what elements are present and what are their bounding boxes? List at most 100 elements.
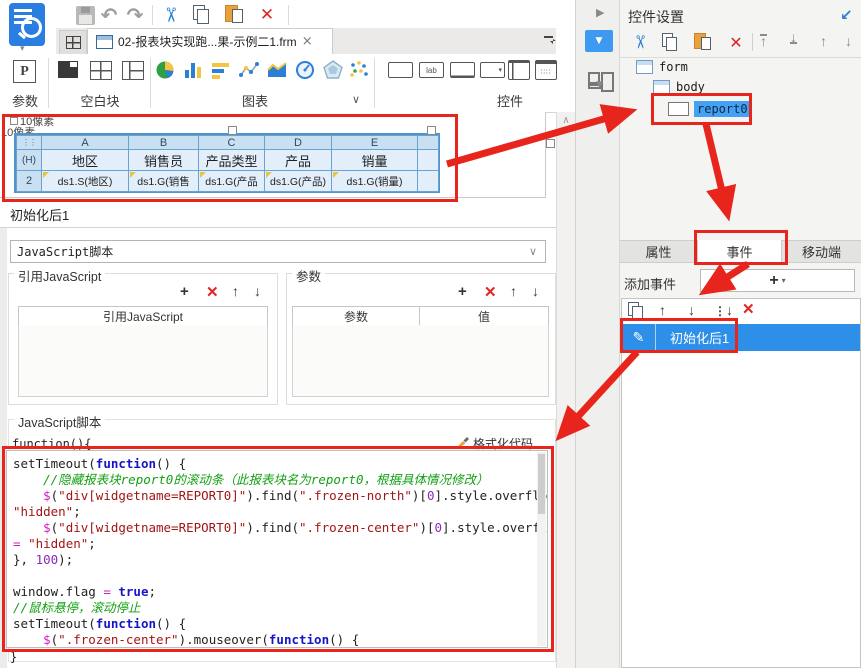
grid-cell-c1[interactable]: 产品类型	[198, 149, 265, 171]
grid-cell-extra1[interactable]	[417, 149, 439, 171]
selection-handle-2[interactable]	[427, 126, 436, 135]
widget-form-button[interactable]	[508, 60, 530, 80]
ref-js-moveup-button[interactable]: ↑	[232, 283, 239, 299]
grid-cell-e1[interactable]: 销量	[331, 149, 418, 171]
event-type-select[interactable]: JavaScript脚本 ∨	[10, 240, 546, 263]
edit-event-cell[interactable]: ✎	[622, 324, 656, 351]
grid-col-header-b[interactable]: B	[128, 135, 199, 150]
undo-button[interactable]: ↶	[97, 2, 121, 28]
app-logo[interactable]	[9, 3, 45, 46]
grid-col-header-a[interactable]: A	[41, 135, 129, 150]
selection-handle-3[interactable]	[546, 139, 555, 148]
param-movedown-button[interactable]: ↓	[532, 283, 539, 299]
grid-cell-extra2[interactable]	[417, 170, 439, 192]
blank-block-chart-button[interactable]	[90, 61, 112, 80]
chart-more-icon[interactable]: ∨	[352, 93, 360, 106]
grid-cell-d2[interactable]: ds1.G(产品)	[264, 170, 332, 192]
grid-cell-b2[interactable]: ds1.G(销售	[128, 170, 199, 192]
panel-cut-button[interactable]: ✂	[628, 30, 652, 54]
blank-block-widget-button[interactable]	[122, 61, 144, 80]
param-moveup-button[interactable]: ↑	[510, 283, 517, 299]
tree-item-body[interactable]: body	[653, 80, 705, 94]
tree-item-report0[interactable]: report0	[668, 101, 751, 117]
select-chevron-icon[interactable]: ∨	[529, 245, 537, 258]
redo-button[interactable]: ↷	[123, 2, 147, 28]
add-event-button[interactable]: + ▾	[700, 269, 855, 292]
code-scrollbar-thumb[interactable]	[538, 454, 545, 514]
move-to-bottom-button[interactable]: ↓	[790, 32, 797, 44]
ref-js-movedown-button[interactable]: ↓	[254, 283, 261, 299]
selection-handle-1[interactable]	[228, 126, 237, 135]
document-tab[interactable]: 02-报表块实现跑...果-示例二1.frm ×	[87, 28, 333, 54]
cut-button[interactable]: ✂	[158, 2, 184, 28]
widget-combobox-button[interactable]: ▾	[480, 62, 505, 78]
event-movedown-button[interactable]: ↓	[688, 302, 695, 318]
param-table-body[interactable]	[292, 325, 549, 397]
panel-delete-button[interactable]: ✕	[724, 30, 748, 54]
event-delete-button[interactable]: ✕	[742, 300, 755, 318]
collapse-panel-icon[interactable]: ▶	[596, 6, 604, 19]
radar-chart-icon[interactable]	[322, 59, 344, 81]
widget-label-button[interactable]: lab	[419, 62, 444, 78]
move-up-button[interactable]: ↑	[820, 33, 827, 49]
panel-copy-button[interactable]	[662, 33, 678, 51]
copy-button[interactable]	[193, 5, 210, 24]
report-block[interactable]: ⋮⋮ A B C D E (H) 地区 销售员 产品类型 产品 销量 2 ds1…	[14, 133, 440, 193]
event-sort-button[interactable]: ⋮↓	[714, 302, 733, 318]
tab-mobile[interactable]: 移动端	[782, 240, 861, 263]
grid-corner-cell[interactable]: ⋮⋮	[16, 135, 42, 150]
expand-toolbar-icon[interactable]	[543, 33, 557, 47]
area-chart-icon[interactable]	[266, 59, 288, 81]
widget-date-button[interactable]: ∷∷	[535, 60, 557, 80]
delete-button[interactable]: ✕	[255, 3, 279, 27]
param-remove-button[interactable]: ✕	[484, 283, 497, 301]
grid-col-header-e[interactable]: E	[331, 135, 418, 150]
new-template-button[interactable]	[59, 30, 87, 55]
tab-events[interactable]: 事件	[698, 240, 782, 263]
gauge-chart-icon[interactable]	[294, 59, 316, 81]
scrollbar-up-button[interactable]: ∧	[557, 112, 575, 128]
hbar-chart-icon[interactable]	[210, 59, 232, 81]
save-button[interactable]	[76, 6, 95, 25]
blank-block-report-button[interactable]	[58, 61, 78, 78]
grid-cell-a2[interactable]: ds1.S(地区)	[41, 170, 129, 192]
grid-cell-b1[interactable]: 销售员	[128, 149, 199, 171]
scatter-chart-icon[interactable]	[348, 59, 370, 81]
event-row-selected[interactable]: ✎ 初始化后1	[622, 324, 860, 351]
paste-button[interactable]	[225, 4, 243, 24]
pie-chart-icon[interactable]	[154, 59, 176, 81]
param-add-button[interactable]: +	[458, 283, 467, 300]
grid-cell-d1[interactable]: 产品	[264, 149, 332, 171]
line-chart-icon[interactable]	[238, 59, 260, 81]
ref-js-remove-button[interactable]: ✕	[206, 283, 219, 301]
widget-settings-tab-button[interactable]: ▼	[585, 30, 613, 52]
close-tab-icon[interactable]: ×	[302, 34, 313, 49]
parameter-pane-button[interactable]: P	[13, 60, 36, 83]
tab-properties[interactable]: 属性	[620, 240, 698, 263]
grid-col-header-d[interactable]: D	[264, 135, 332, 150]
grid-col-header-extra[interactable]	[417, 135, 439, 150]
widget-textarea-button[interactable]	[450, 62, 475, 78]
widget-text-button[interactable]	[388, 62, 413, 78]
event-copy-button[interactable]	[628, 302, 644, 320]
move-to-top-button[interactable]: ↑	[760, 34, 767, 46]
grid-cell-c2[interactable]: ds1.G(产品	[198, 170, 265, 192]
grid-cell-a1[interactable]: 地区	[41, 149, 129, 171]
tree-expander-icon[interactable]: ▼	[596, 80, 603, 90]
grid-row-header-2[interactable]: 2	[16, 170, 42, 192]
panel-corner-arrow-icon[interactable]: ↙	[840, 6, 853, 24]
code-editor[interactable]: setTimeout(function() { //隐藏报表块report0的滚…	[6, 450, 548, 648]
ref-js-add-button[interactable]: +	[180, 283, 189, 300]
main-scrollbar[interactable]: ∧	[556, 112, 575, 668]
tree-item-form[interactable]: form	[636, 60, 688, 74]
grid-row-header-1[interactable]: (H)	[16, 149, 42, 171]
panel-paste-button[interactable]	[694, 32, 712, 52]
move-down-button[interactable]: ↓	[845, 33, 852, 49]
event-moveup-button[interactable]: ↑	[659, 302, 666, 318]
grid-cell-e2[interactable]: ds1.G(销量)	[331, 170, 418, 192]
ref-js-table-body[interactable]	[18, 325, 268, 397]
logo-dropdown-icon[interactable]: ▾	[20, 44, 25, 54]
bar-chart-icon[interactable]	[182, 59, 204, 81]
grid-col-header-c[interactable]: C	[198, 135, 265, 150]
code-scrollbar[interactable]	[537, 452, 546, 646]
